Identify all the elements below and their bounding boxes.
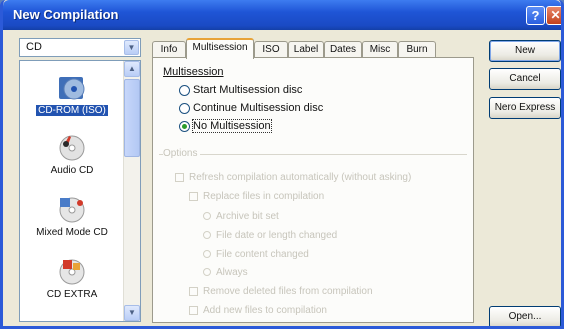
option-refresh-automatically[interactable]: Refresh compilation automatically (witho… — [175, 172, 411, 183]
cdrom-iso-icon — [59, 77, 85, 100]
disc-type-value: CD — [26, 41, 42, 53]
tab-label[interactable]: Label — [288, 41, 324, 58]
compilation-type-list[interactable]: CD-ROM (ISO) Audio CD Mixed Mode CD CD E… — [19, 60, 141, 322]
option-date-or-length[interactable]: File date or length changed — [203, 230, 337, 241]
radio-label: Continue Multisession disc — [193, 102, 324, 115]
option-remove-deleted[interactable]: Remove deleted files from compilation — [189, 286, 373, 297]
radio-label: No Multisession — [192, 119, 272, 134]
option-archive-bit[interactable]: Archive bit set — [203, 211, 279, 222]
radio-button[interactable] — [179, 84, 190, 96]
option-always[interactable]: Always — [203, 267, 248, 278]
nero-express-button[interactable]: Nero Express — [489, 97, 561, 119]
tab-iso[interactable]: ISO — [254, 41, 288, 58]
checkbox[interactable] — [189, 286, 198, 296]
list-item-mixed-mode-cd[interactable]: Mixed Mode CD — [20, 195, 124, 238]
chevron-down-icon[interactable]: ▼ — [124, 40, 139, 55]
option-replace-files[interactable]: Replace files in compilation — [189, 191, 324, 202]
tab-info[interactable]: Info — [152, 41, 186, 58]
title-bar[interactable]: New Compilation ? ✕ — [3, 0, 561, 30]
radio-button[interactable] — [203, 268, 211, 277]
list-item-cd-extra[interactable]: CD EXTRA — [20, 257, 124, 300]
list-label: CD EXTRA — [46, 289, 98, 300]
close-button[interactable]: ✕ — [546, 6, 561, 25]
new-compilation-window: New Compilation ? ✕ CD ▼ CD-ROM (ISO) Au… — [0, 0, 564, 329]
option-content-changed[interactable]: File content changed — [203, 249, 309, 260]
radio-button[interactable] — [203, 231, 211, 240]
disc-type-select[interactable]: CD ▼ — [19, 38, 141, 57]
radio-button[interactable] — [203, 250, 211, 259]
list-label: Mixed Mode CD — [36, 227, 108, 238]
option-label: File content changed — [216, 249, 309, 260]
radio-button-checked[interactable] — [179, 120, 190, 132]
mixed-mode-cd-icon — [59, 197, 85, 223]
window-title: New Compilation — [13, 7, 119, 22]
list-label: Audio CD — [50, 165, 94, 176]
scroll-up-icon[interactable]: ▲ — [124, 61, 140, 77]
radio-start-multisession[interactable]: Start Multisession disc — [179, 84, 302, 96]
option-label: Refresh compilation automatically (witho… — [189, 172, 412, 183]
option-add-new-files[interactable]: Add new files to compilation — [189, 305, 327, 316]
vertical-scrollbar[interactable]: ▲ ▼ — [123, 61, 140, 321]
new-button[interactable]: New — [489, 40, 561, 62]
radio-button[interactable] — [179, 102, 190, 114]
checkbox[interactable] — [189, 191, 198, 201]
checkbox[interactable] — [189, 305, 198, 315]
open-button[interactable]: Open... — [489, 306, 561, 326]
list-item-audio-cd[interactable]: Audio CD — [20, 133, 124, 176]
radio-no-multisession[interactable]: No Multisession — [179, 119, 272, 134]
multisession-group-label: Multisession — [163, 66, 224, 78]
list-label: CD-ROM (ISO) — [36, 105, 108, 116]
option-label: Always — [216, 267, 248, 278]
options-group-label: Options — [163, 148, 201, 159]
radio-continue-multisession[interactable]: Continue Multisession disc — [179, 102, 323, 114]
cd-extra-icon — [59, 259, 85, 285]
cancel-button[interactable]: Cancel — [489, 68, 561, 90]
option-label: Remove deleted files from compilation — [203, 286, 373, 297]
option-label: Add new files to compilation — [203, 305, 327, 316]
audio-cd-icon — [59, 135, 85, 161]
option-label: File date or length changed — [216, 230, 338, 241]
radio-button[interactable] — [203, 212, 211, 221]
multisession-panel: Multisession Start Multisession disc Con… — [152, 57, 474, 323]
tab-dates[interactable]: Dates — [324, 41, 362, 58]
tab-burn[interactable]: Burn — [398, 41, 436, 58]
scroll-down-icon[interactable]: ▼ — [124, 305, 140, 321]
option-label: Archive bit set — [216, 211, 279, 222]
tab-misc[interactable]: Misc — [362, 41, 398, 58]
radio-label: Start Multisession disc — [193, 84, 303, 97]
list-item-cdrom-iso[interactable]: CD-ROM (ISO) — [20, 73, 124, 116]
scroll-thumb[interactable] — [124, 79, 140, 157]
help-button[interactable]: ? — [526, 6, 545, 25]
tab-multisession[interactable]: Multisession — [186, 38, 254, 59]
option-label: Replace files in compilation — [203, 191, 325, 202]
checkbox[interactable] — [175, 172, 184, 182]
options-divider — [159, 154, 467, 155]
